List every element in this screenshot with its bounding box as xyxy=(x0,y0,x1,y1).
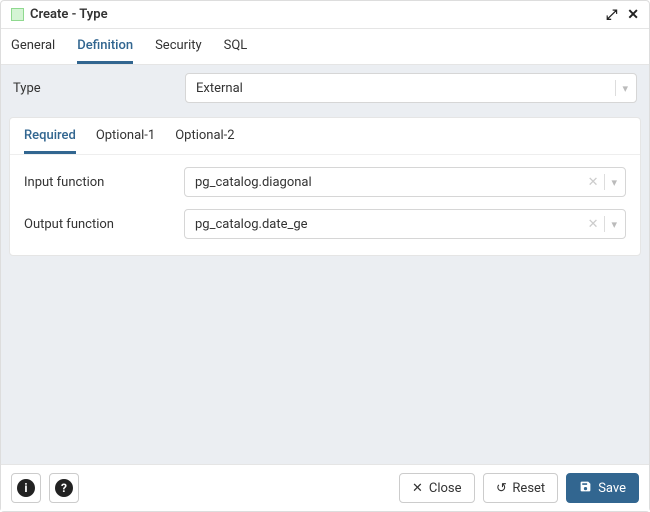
tab-security[interactable]: Security xyxy=(155,29,202,64)
reset-icon: ↻ xyxy=(496,482,507,495)
create-type-dialog: Create - Type ⤢ ✕ General Definition Sec… xyxy=(0,0,650,512)
help-button[interactable]: ? xyxy=(49,473,79,503)
clear-icon[interactable]: ✕ xyxy=(588,175,599,190)
output-function-row: Output function pg_catalog.date_ge ✕ ▾ xyxy=(16,203,634,245)
close-button-label: Close xyxy=(429,481,462,496)
titlebar-actions: ⤢ ✕ xyxy=(606,8,639,22)
info-button[interactable]: i xyxy=(11,473,41,503)
type-row: Type External ▾ xyxy=(1,65,649,111)
tab-definition[interactable]: Definition xyxy=(77,29,133,64)
type-icon xyxy=(11,8,24,21)
save-icon xyxy=(579,480,592,496)
reset-button[interactable]: ↻ Reset xyxy=(483,473,559,503)
sub-tabbar: Required Optional-1 Optional-2 xyxy=(10,118,640,155)
separator xyxy=(615,80,616,96)
sub-tab-optional-1[interactable]: Optional-1 xyxy=(96,118,155,154)
sub-tab-required[interactable]: Required xyxy=(24,118,76,154)
info-icon: i xyxy=(17,479,35,497)
chevron-down-icon[interactable]: ▾ xyxy=(611,218,617,231)
save-button-label: Save xyxy=(598,481,626,496)
output-function-value: pg_catalog.date_ge xyxy=(195,217,308,232)
input-function-value: pg_catalog.diagonal xyxy=(195,175,312,190)
chevron-down-icon[interactable]: ▾ xyxy=(611,176,617,189)
input-function-row: Input function pg_catalog.diagonal ✕ ▾ xyxy=(16,161,634,203)
sub-tab-optional-2[interactable]: Optional-2 xyxy=(175,118,234,154)
dialog-footer: i ? ✕ Close ↻ Reset Save xyxy=(1,464,649,511)
help-icon: ? xyxy=(55,479,73,497)
close-button[interactable]: ✕ Close xyxy=(399,473,475,503)
sub-body: Input function pg_catalog.diagonal ✕ ▾ xyxy=(10,155,640,255)
output-function-label: Output function xyxy=(24,217,184,232)
type-label: Type xyxy=(13,81,185,96)
separator xyxy=(604,216,605,232)
definition-sub-panel: Required Optional-1 Optional-2 Input fun… xyxy=(9,117,641,256)
input-function-select[interactable]: pg_catalog.diagonal ✕ ▾ xyxy=(184,167,626,197)
type-select-value: External xyxy=(196,81,243,96)
close-icon[interactable]: ✕ xyxy=(627,8,639,22)
titlebar: Create - Type ⤢ ✕ xyxy=(1,1,649,29)
separator xyxy=(604,174,605,190)
main-tabbar: General Definition Security SQL xyxy=(1,29,649,65)
save-button[interactable]: Save xyxy=(566,473,639,503)
output-function-select[interactable]: pg_catalog.date_ge ✕ ▾ xyxy=(184,209,626,239)
tab-sql[interactable]: SQL xyxy=(224,29,248,64)
clear-icon[interactable]: ✕ xyxy=(588,217,599,232)
type-select[interactable]: External ▾ xyxy=(185,73,637,103)
expand-icon[interactable]: ⤢ xyxy=(606,8,617,22)
close-icon: ✕ xyxy=(412,482,423,495)
window-title: Create - Type xyxy=(30,7,606,22)
tab-general[interactable]: General xyxy=(11,29,55,64)
reset-button-label: Reset xyxy=(512,481,545,496)
chevron-down-icon[interactable]: ▾ xyxy=(622,82,628,95)
dialog-body: Type External ▾ Required Optional-1 Opti… xyxy=(1,65,649,464)
input-function-label: Input function xyxy=(24,175,184,190)
